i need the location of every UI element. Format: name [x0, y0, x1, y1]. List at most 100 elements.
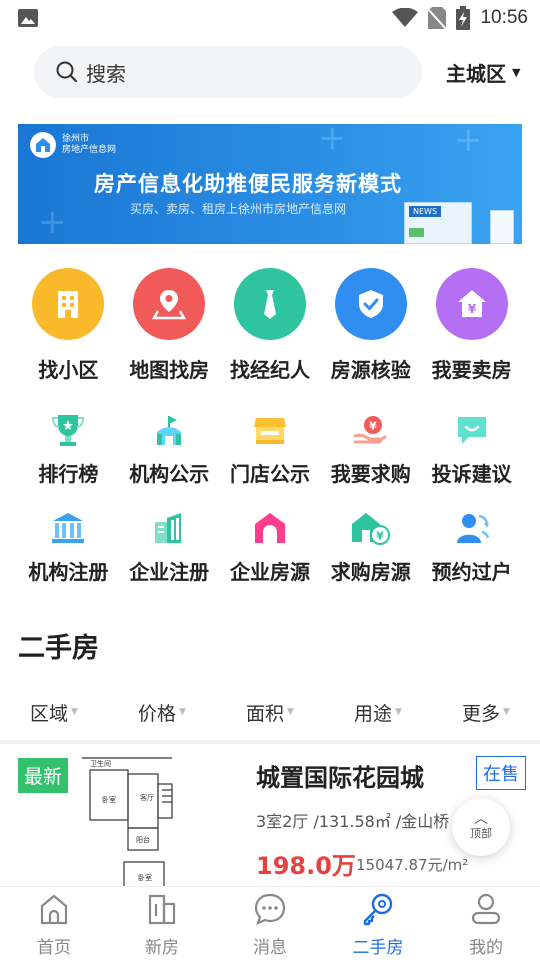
nav-label: 首页 — [37, 938, 71, 958]
message-icon — [252, 891, 288, 927]
nav-home[interactable]: 首页 — [0, 887, 108, 960]
service-find-agent[interactable]: 找经纪人 — [220, 268, 321, 383]
logo-line2: 房地产信息网 — [62, 145, 117, 155]
bank-icon — [48, 508, 88, 548]
service-label: 排行榜 — [38, 462, 99, 486]
plus-decoration-icon: + — [38, 202, 67, 242]
banner-subline: 买房、卖房、租房上徐州市房地产信息网 — [130, 202, 347, 216]
service-buy-listings[interactable]: ¥ 求购房源 — [320, 508, 421, 585]
trophy-icon — [48, 410, 88, 450]
triangle-down-icon: ▼ — [503, 707, 510, 717]
service-label: 机构注册 — [28, 560, 109, 584]
service-sell-house[interactable]: ¥ 我要卖房 — [421, 268, 522, 383]
search-icon — [56, 61, 78, 83]
status-bar: 10:56 — [0, 0, 540, 36]
service-company-register[interactable]: 企业注册 — [119, 508, 220, 585]
banner-headline: 房产信息化助推便民服务新模式 — [94, 172, 402, 196]
chevron-up-icon: ︿ — [474, 811, 488, 827]
no-sim-icon — [428, 7, 447, 29]
key-icon — [360, 891, 396, 927]
service-label: 找经纪人 — [229, 358, 310, 382]
tie-icon — [233, 268, 306, 340]
news-card: NEWS — [404, 202, 472, 244]
profile-icon — [468, 891, 504, 927]
filter-more[interactable]: 更多 ▼ — [432, 692, 540, 732]
nav-label: 我的 — [469, 938, 503, 958]
chat-icon — [452, 410, 492, 450]
service-label: 我要卖房 — [431, 358, 512, 382]
floorplan-image: 卫生间 卧室 客厅 阳台 卧室 — [82, 757, 173, 886]
filter-label: 更多 — [462, 702, 501, 725]
back-to-top-label: 顶部 — [470, 827, 492, 840]
triangle-down-icon: ▼ — [395, 707, 402, 717]
nav-label: 消息 — [253, 938, 287, 958]
store-icon — [250, 410, 290, 450]
listing-unit-price: 15047.87元/m² — [356, 856, 469, 874]
logo-line1: 徐州市 — [62, 134, 90, 144]
service-ranking[interactable]: 排行榜 — [18, 410, 119, 487]
service-book-transfer[interactable]: 预约过户 — [421, 508, 522, 585]
service-want-buy[interactable]: ¥ 我要求购 — [320, 410, 421, 487]
plus-decoration-icon: + — [454, 124, 483, 160]
service-find-community[interactable]: 找小区 — [18, 268, 119, 383]
office-building-icon — [149, 508, 189, 548]
floorplan-label: 卧室 — [102, 795, 116, 804]
institution-icon — [149, 410, 189, 450]
search-placeholder: 搜索 — [86, 61, 126, 86]
svg-text:¥: ¥ — [376, 530, 384, 543]
service-listing-verify[interactable]: 房源核验 — [320, 268, 421, 383]
floorplan-label: 客厅 — [140, 793, 154, 802]
listing-price: 198.0万 — [256, 852, 356, 880]
service-label: 找小区 — [38, 358, 99, 382]
person-swap-icon — [452, 508, 492, 548]
listing-meta: 3室2厅 /131.58㎡ /金山桥 — [256, 812, 450, 831]
triangle-down-icon: ▼ — [179, 707, 186, 717]
promo-banner[interactable]: + + + 徐州市 房地产信息网 房产信息化助推便民服务新模式 买房、卖房、租房… — [18, 124, 522, 244]
svg-text:¥: ¥ — [467, 302, 476, 316]
svg-text:¥: ¥ — [369, 420, 377, 433]
filter-label: 价格 — [138, 702, 177, 725]
service-label: 我要求购 — [330, 462, 411, 486]
filter-region[interactable]: 区域 ▼ — [0, 692, 108, 732]
plus-decoration-icon: + — [318, 124, 347, 158]
service-map-search[interactable]: 地图找房 — [119, 268, 220, 383]
news-card-small — [490, 210, 514, 244]
nav-label: 新房 — [145, 938, 179, 958]
service-company-listings[interactable]: 企业房源 — [220, 508, 321, 585]
site-logo: 徐州市 房地产信息网 — [30, 132, 116, 158]
new-badge: 最新 — [18, 758, 69, 793]
search-row: 搜索 主城区 ▼ — [0, 44, 540, 100]
triangle-down-icon: ▼ — [71, 707, 78, 717]
filter-label: 面积 — [246, 702, 285, 725]
service-label: 企业注册 — [129, 560, 210, 584]
nav-second-hand[interactable]: 二手房 — [324, 887, 432, 960]
nav-messages[interactable]: 消息 — [216, 887, 324, 960]
service-store-notice[interactable]: 门店公示 — [220, 410, 321, 487]
service-institution-notice[interactable]: 机构公示 — [119, 410, 220, 487]
service-label: 投诉建议 — [431, 462, 512, 486]
service-label: 求购房源 — [330, 560, 411, 584]
new-house-icon — [144, 891, 180, 927]
filter-usage[interactable]: 用途 ▼ — [324, 692, 432, 732]
service-institution-register[interactable]: 机构注册 — [18, 508, 119, 585]
filter-area[interactable]: 面积 ▼ — [216, 692, 324, 732]
clock: 10:56 — [480, 7, 528, 28]
logo-house-icon — [30, 132, 56, 158]
service-complaint[interactable]: 投诉建议 — [421, 410, 522, 487]
house-money-icon: ¥ — [351, 508, 391, 548]
city-selector[interactable]: 主城区 ▼ — [446, 58, 520, 87]
listing-title: 城置国际花园城 — [256, 764, 424, 792]
news-green-strip — [409, 228, 425, 237]
service-label: 企业房源 — [229, 560, 310, 584]
service-label: 地图找房 — [129, 358, 210, 382]
filter-bar: 区域 ▼ 价格 ▼ 面积 ▼ 用途 ▼ 更多 ▼ — [0, 692, 540, 732]
nav-new-house[interactable]: 新房 — [108, 887, 216, 960]
back-to-top-button[interactable]: ︿ 顶部 — [452, 798, 510, 856]
filter-label: 用途 — [354, 702, 393, 725]
building-icon — [32, 268, 105, 340]
search-input[interactable]: 搜索 — [34, 46, 422, 98]
house-yen-icon: ¥ — [435, 268, 508, 340]
filter-price[interactable]: 价格 ▼ — [108, 692, 216, 732]
chevron-down-icon: ▼ — [512, 66, 521, 79]
nav-profile[interactable]: 我的 — [432, 887, 540, 960]
